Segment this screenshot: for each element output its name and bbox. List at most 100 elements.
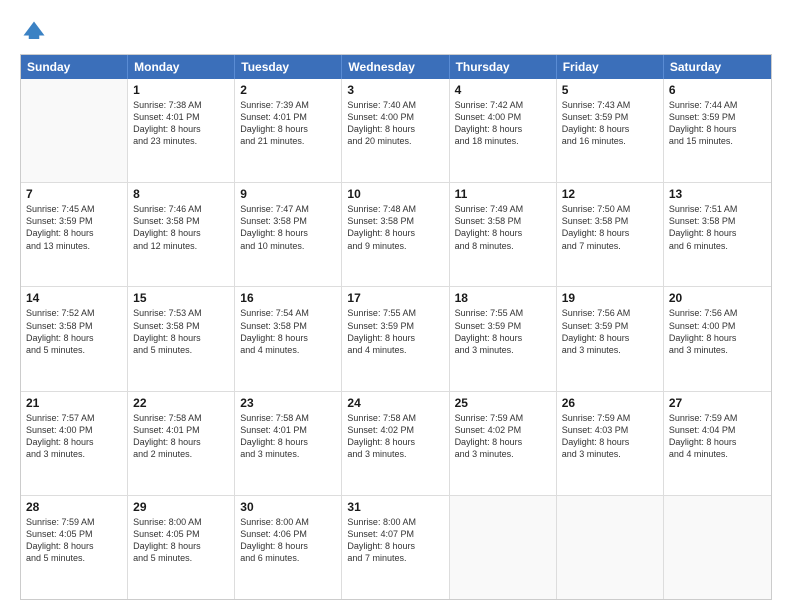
calendar-cell: 21 Sunrise: 7:57 AM Sunset: 4:00 PM Dayli… [21,392,128,495]
calendar-row: 14 Sunrise: 7:52 AM Sunset: 3:58 PM Dayli… [21,287,771,391]
cell-text: Sunrise: 8:00 AM Sunset: 4:07 PM Dayligh… [347,516,443,565]
cell-text: Sunrise: 7:52 AM Sunset: 3:58 PM Dayligh… [26,307,122,356]
cell-text: Sunrise: 7:44 AM Sunset: 3:59 PM Dayligh… [669,99,766,148]
header-day-sunday: Sunday [21,55,128,79]
calendar-cell: 10 Sunrise: 7:48 AM Sunset: 3:58 PM Dayli… [342,183,449,286]
calendar-row: 28Sunrise: 7:59 AM Sunset: 4:05 PM Dayli… [21,496,771,599]
header-day-wednesday: Wednesday [342,55,449,79]
calendar-cell: 15 Sunrise: 7:53 AM Sunset: 3:58 PM Dayli… [128,287,235,390]
day-number: 13 [669,187,766,201]
calendar-cell: 13 Sunrise: 7:51 AM Sunset: 3:58 PM Dayli… [664,183,771,286]
day-number: 23 [240,396,336,410]
calendar-cell: 8 Sunrise: 7:46 AM Sunset: 3:58 PM Daylig… [128,183,235,286]
calendar-cell: 11Sunrise: 7:49 AM Sunset: 3:58 PM Dayli… [450,183,557,286]
cell-text: Sunrise: 7:47 AM Sunset: 3:58 PM Dayligh… [240,203,336,252]
cell-text: Sunrise: 7:48 AM Sunset: 3:58 PM Dayligh… [347,203,443,252]
calendar-cell: 20Sunrise: 7:56 AM Sunset: 4:00 PM Dayli… [664,287,771,390]
calendar-cell: 26Sunrise: 7:59 AM Sunset: 4:03 PM Dayli… [557,392,664,495]
logo [20,18,52,46]
day-number: 11 [455,187,551,201]
day-number: 18 [455,291,551,305]
calendar-cell [664,496,771,599]
day-number: 10 [347,187,443,201]
cell-text: Sunrise: 7:59 AM Sunset: 4:02 PM Dayligh… [455,412,551,461]
calendar-cell: 29Sunrise: 8:00 AM Sunset: 4:05 PM Dayli… [128,496,235,599]
day-number: 15 [133,291,229,305]
day-number: 6 [669,83,766,97]
calendar-cell: 7Sunrise: 7:45 AM Sunset: 3:59 PM Daylig… [21,183,128,286]
day-number: 8 [133,187,229,201]
cell-text: Sunrise: 7:40 AM Sunset: 4:00 PM Dayligh… [347,99,443,148]
cell-text: Sunrise: 7:59 AM Sunset: 4:04 PM Dayligh… [669,412,766,461]
calendar-cell: 23 Sunrise: 7:58 AM Sunset: 4:01 PM Dayli… [235,392,342,495]
calendar-body: 1 Sunrise: 7:38 AM Sunset: 4:01 PM Daylig… [21,79,771,599]
page: SundayMondayTuesdayWednesdayThursdayFrid… [0,0,792,612]
cell-text: Sunrise: 7:55 AM Sunset: 3:59 PM Dayligh… [347,307,443,356]
calendar-cell: 19 Sunrise: 7:56 AM Sunset: 3:59 PM Dayli… [557,287,664,390]
cell-text: Sunrise: 7:46 AM Sunset: 3:58 PM Dayligh… [133,203,229,252]
day-number: 16 [240,291,336,305]
day-number: 1 [133,83,229,97]
cell-text: Sunrise: 7:57 AM Sunset: 4:00 PM Dayligh… [26,412,122,461]
day-number: 2 [240,83,336,97]
calendar-cell: 17 Sunrise: 7:55 AM Sunset: 3:59 PM Dayli… [342,287,449,390]
day-number: 12 [562,187,658,201]
calendar-cell: 16 Sunrise: 7:54 AM Sunset: 3:58 PM Dayli… [235,287,342,390]
header-day-monday: Monday [128,55,235,79]
day-number: 9 [240,187,336,201]
calendar-cell: 1 Sunrise: 7:38 AM Sunset: 4:01 PM Daylig… [128,79,235,182]
cell-text: Sunrise: 7:50 AM Sunset: 3:58 PM Dayligh… [562,203,658,252]
cell-text: Sunrise: 7:56 AM Sunset: 3:59 PM Dayligh… [562,307,658,356]
calendar-cell: 4 Sunrise: 7:42 AM Sunset: 4:00 PM Daylig… [450,79,557,182]
day-number: 25 [455,396,551,410]
cell-text: Sunrise: 7:56 AM Sunset: 4:00 PM Dayligh… [669,307,766,356]
day-number: 14 [26,291,122,305]
day-number: 17 [347,291,443,305]
calendar-row: 21 Sunrise: 7:57 AM Sunset: 4:00 PM Dayli… [21,392,771,496]
day-number: 26 [562,396,658,410]
day-number: 24 [347,396,443,410]
header [20,18,772,46]
cell-text: Sunrise: 7:43 AM Sunset: 3:59 PM Dayligh… [562,99,658,148]
cell-text: Sunrise: 7:42 AM Sunset: 4:00 PM Dayligh… [455,99,551,148]
calendar-cell [450,496,557,599]
day-number: 22 [133,396,229,410]
calendar-cell: 25 Sunrise: 7:59 AM Sunset: 4:02 PM Dayli… [450,392,557,495]
day-number: 31 [347,500,443,514]
cell-text: Sunrise: 7:55 AM Sunset: 3:59 PM Dayligh… [455,307,551,356]
cell-text: Sunrise: 7:54 AM Sunset: 3:58 PM Dayligh… [240,307,336,356]
calendar-cell: 6 Sunrise: 7:44 AM Sunset: 3:59 PM Daylig… [664,79,771,182]
calendar-cell: 30Sunrise: 8:00 AM Sunset: 4:06 PM Dayli… [235,496,342,599]
header-day-tuesday: Tuesday [235,55,342,79]
calendar: SundayMondayTuesdayWednesdayThursdayFrid… [20,54,772,600]
day-number: 19 [562,291,658,305]
day-number: 28 [26,500,122,514]
calendar-cell: 9 Sunrise: 7:47 AM Sunset: 3:58 PM Daylig… [235,183,342,286]
day-number: 27 [669,396,766,410]
cell-text: Sunrise: 7:58 AM Sunset: 4:02 PM Dayligh… [347,412,443,461]
day-number: 21 [26,396,122,410]
calendar-cell: 27 Sunrise: 7:59 AM Sunset: 4:04 PM Dayli… [664,392,771,495]
calendar-cell [21,79,128,182]
calendar-row: 1 Sunrise: 7:38 AM Sunset: 4:01 PM Daylig… [21,79,771,183]
cell-text: Sunrise: 7:38 AM Sunset: 4:01 PM Dayligh… [133,99,229,148]
calendar-header: SundayMondayTuesdayWednesdayThursdayFrid… [21,55,771,79]
cell-text: Sunrise: 7:53 AM Sunset: 3:58 PM Dayligh… [133,307,229,356]
calendar-cell [557,496,664,599]
header-day-thursday: Thursday [450,55,557,79]
logo-icon [20,18,48,46]
day-number: 4 [455,83,551,97]
day-number: 3 [347,83,443,97]
calendar-cell: 31 Sunrise: 8:00 AM Sunset: 4:07 PM Dayli… [342,496,449,599]
calendar-cell: 14 Sunrise: 7:52 AM Sunset: 3:58 PM Dayli… [21,287,128,390]
calendar-cell: 22Sunrise: 7:58 AM Sunset: 4:01 PM Dayli… [128,392,235,495]
cell-text: Sunrise: 7:58 AM Sunset: 4:01 PM Dayligh… [240,412,336,461]
day-number: 29 [133,500,229,514]
calendar-cell: 18 Sunrise: 7:55 AM Sunset: 3:59 PM Dayli… [450,287,557,390]
header-day-saturday: Saturday [664,55,771,79]
header-day-friday: Friday [557,55,664,79]
calendar-row: 7Sunrise: 7:45 AM Sunset: 3:59 PM Daylig… [21,183,771,287]
cell-text: Sunrise: 7:51 AM Sunset: 3:58 PM Dayligh… [669,203,766,252]
day-number: 7 [26,187,122,201]
calendar-cell: 2Sunrise: 7:39 AM Sunset: 4:01 PM Daylig… [235,79,342,182]
